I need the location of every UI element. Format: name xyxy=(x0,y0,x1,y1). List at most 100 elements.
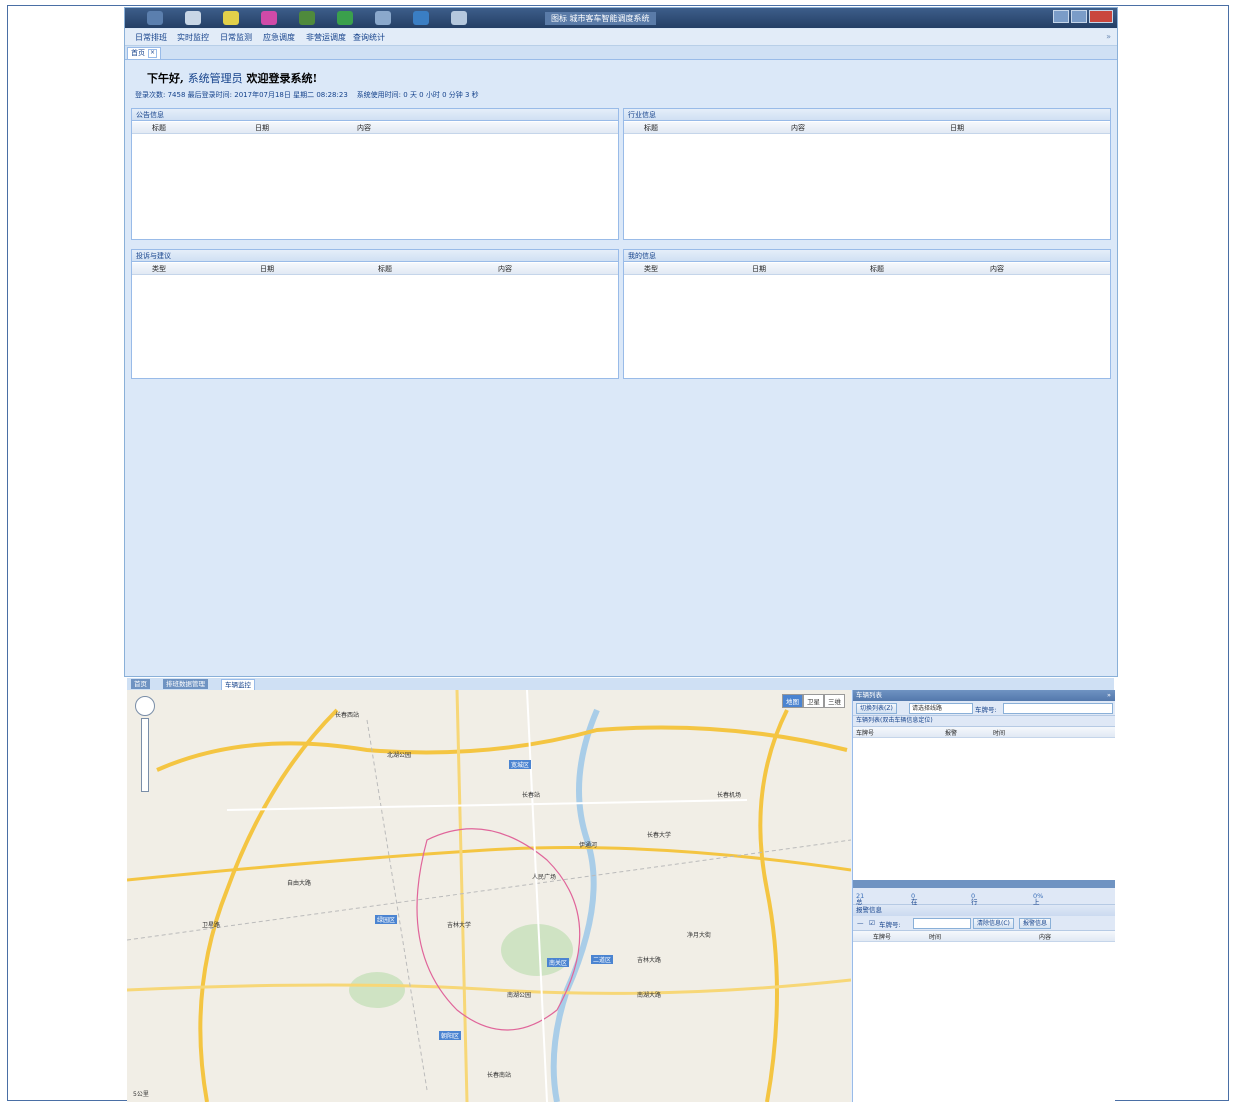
menu-non-operation[interactable]: 非营运调度 xyxy=(306,32,346,43)
map-label: 北湖公园 xyxy=(387,752,412,759)
col-content[interactable]: 内容 xyxy=(1039,932,1051,941)
tab-strip: 首页 排班数据管理 车辆监控 xyxy=(127,678,1114,690)
col-plate[interactable]: 车牌号 xyxy=(856,728,874,737)
map-label: 南湖公园 xyxy=(507,992,532,999)
col-plate[interactable]: 车牌号 xyxy=(873,932,891,941)
panel-title: 我的信息 xyxy=(624,250,1110,262)
map-label: 南湖大路 xyxy=(637,992,662,999)
collapse-icon[interactable]: — xyxy=(857,919,864,927)
col-content[interactable]: 内容 xyxy=(990,264,1004,274)
tab-home[interactable]: 首页 xyxy=(131,679,150,689)
col-date[interactable]: 日期 xyxy=(752,264,766,274)
zoom-slider[interactable] xyxy=(141,718,149,792)
col-title[interactable]: 标题 xyxy=(644,123,658,133)
tab-home[interactable]: 首页 × xyxy=(127,47,161,59)
maximize-icon[interactable] xyxy=(1071,10,1087,23)
pan-control-icon[interactable] xyxy=(135,696,155,716)
map-type-switch: 地图 卫星 三维 xyxy=(782,694,845,708)
map-scale: 5公里 xyxy=(133,1091,149,1098)
taskbar-ie-icon[interactable] xyxy=(413,11,429,25)
tab-schedule-data[interactable]: 排班数据管理 xyxy=(163,679,208,689)
map-type-satellite[interactable]: 卫星 xyxy=(803,694,824,708)
total-vehicles: 总车辆: 21 xyxy=(856,892,865,926)
last-login-label: 最后登录时间: xyxy=(187,91,233,99)
collapse-icon[interactable]: » xyxy=(1107,690,1111,701)
grid-header: 类型 日期 标题 内容 xyxy=(132,263,618,275)
vehicle-grid-header: 车牌号 报警 时间 xyxy=(853,727,1115,738)
complaint-panel: 投诉与建议 类型 日期 标题 内容 xyxy=(131,249,619,379)
col-time[interactable]: 时间 xyxy=(993,728,1005,737)
col-title[interactable]: 标题 xyxy=(378,264,392,274)
col-content[interactable]: 内容 xyxy=(791,123,805,133)
vehicle-grid-body[interactable] xyxy=(853,738,1115,880)
map-district-badge: 绿园区 xyxy=(375,915,398,924)
map-type-3d[interactable]: 三维 xyxy=(824,694,845,708)
col-type[interactable]: 类型 xyxy=(644,264,658,274)
map-view[interactable]: 长春西站 朝阳区 南关区 二道区 宽城区 绿园区 吉林大学 长春站 人民广场 南… xyxy=(127,690,851,1102)
clear-info-button[interactable]: 清除信息(C) xyxy=(973,918,1014,929)
taskbar-tool-icon[interactable] xyxy=(299,11,315,25)
col-content[interactable]: 内容 xyxy=(498,264,512,274)
checkbox-icon[interactable]: ☑ xyxy=(869,919,875,927)
grid-header: 标题 内容 日期 xyxy=(624,122,1110,134)
map-label: 伊通河 xyxy=(579,842,598,849)
menu-emergency[interactable]: 应急调度 xyxy=(263,32,295,43)
taskbar-file-icon[interactable] xyxy=(375,11,391,25)
main-window: 图标 城市客车智能调度系统 日常排班 实时监控 日常监测 应急调度 非营运调度 … xyxy=(124,7,1118,677)
industry-panel: 行业信息 标题 内容 日期 xyxy=(623,108,1111,240)
taskbar-doc2-icon[interactable] xyxy=(451,11,467,25)
greeting: 下午好, 系统管理员 欢迎登录系统! xyxy=(147,70,317,86)
vehicle-list-header: 车辆列表 » xyxy=(853,690,1115,701)
col-date[interactable]: 日期 xyxy=(260,264,274,274)
map-type-map[interactable]: 地图 xyxy=(782,694,803,708)
taskbar-doc-icon[interactable] xyxy=(185,11,201,25)
notice-panel: 公告信息 标题 日期 内容 xyxy=(131,108,619,240)
col-time[interactable]: 时间 xyxy=(929,932,941,941)
col-date[interactable]: 日期 xyxy=(255,123,269,133)
map-district-badge: 宽城区 xyxy=(509,760,532,769)
menu-daily-schedule[interactable]: 日常排班 xyxy=(135,32,167,43)
taskbar: 图标 城市客车智能调度系统 xyxy=(125,8,1117,28)
alarm-info-button[interactable]: 报警信息 xyxy=(1019,918,1052,929)
col-date[interactable]: 日期 xyxy=(950,123,964,133)
menu-daily-check[interactable]: 日常监测 xyxy=(220,32,252,43)
line-select[interactable]: 请选择线路 xyxy=(909,703,973,714)
tab-vehicle-monitor[interactable]: 车辆监控 xyxy=(221,679,255,690)
menu-collapse-icon[interactable]: » xyxy=(1106,32,1111,41)
usage-label: 系统使用时间: xyxy=(356,91,402,99)
switch-list-button[interactable]: 切换列表(Z) xyxy=(856,703,897,714)
last-login: 2017年07月18日 星期二 08:28:23 xyxy=(234,91,348,99)
map-district-badge: 二道区 xyxy=(591,955,614,964)
map-label: 卫星路 xyxy=(202,922,221,929)
alarm-plate-label: 车牌号: xyxy=(879,921,901,929)
close-icon[interactable] xyxy=(1089,10,1113,23)
col-type[interactable]: 类型 xyxy=(152,264,166,274)
minimize-icon[interactable] xyxy=(1053,10,1069,23)
plate-input[interactable] xyxy=(1003,703,1113,714)
taskbar-chrome-icon[interactable] xyxy=(337,11,353,25)
running-vehicles: 行驶车辆: 0 xyxy=(971,892,980,936)
horizontal-scrollbar[interactable] xyxy=(853,880,1115,888)
col-alarm[interactable]: 报警 xyxy=(945,728,957,737)
panel-title: 投诉与建议 xyxy=(132,250,618,262)
alarm-toolbar: — ☑ 车牌号: 清除信息(C) 报警信息 xyxy=(853,916,1115,931)
login-info: 登录次数: 7458 最后登录时间: 2017年07月18日 星期二 08:28… xyxy=(135,90,479,100)
close-icon[interactable]: × xyxy=(148,48,157,58)
online-vehicles: 在线车辆: 0 xyxy=(911,892,920,936)
login-count: 7458 xyxy=(167,91,186,99)
map-label: 净月大街 xyxy=(687,932,712,939)
col-title[interactable]: 标题 xyxy=(152,123,166,133)
menu-query-stats[interactable]: 查询统计 xyxy=(353,32,385,43)
window-controls xyxy=(1053,10,1113,23)
taskbar-app-icon[interactable] xyxy=(147,11,163,25)
panel-title: 行业信息 xyxy=(624,109,1110,121)
col-content[interactable]: 内容 xyxy=(357,123,371,133)
map-label: 长春西站 xyxy=(335,712,360,719)
menu-realtime-monitor[interactable]: 实时监控 xyxy=(177,32,209,43)
vehicle-toolbar: 切换列表(Z) 请选择线路 车牌号: xyxy=(853,701,1115,716)
alarm-plate-input[interactable] xyxy=(913,918,971,929)
taskbar-folder-icon[interactable] xyxy=(223,11,239,25)
col-title[interactable]: 标题 xyxy=(870,264,884,274)
taskbar-browser-icon[interactable] xyxy=(261,11,277,25)
user-name[interactable]: 系统管理员 xyxy=(188,72,243,85)
